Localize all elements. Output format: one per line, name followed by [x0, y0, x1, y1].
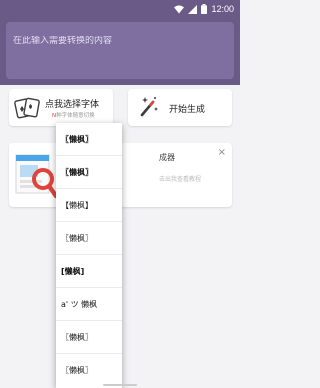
status-icons: 12:00: [174, 3, 234, 15]
header: [0, 18, 240, 85]
start-generate-label: 开始生成: [169, 105, 206, 115]
select-font-subtitle-text: 种字体随意切换: [56, 113, 95, 119]
input-area[interactable]: [6, 22, 234, 79]
status-bar: 12:00: [0, 0, 240, 18]
dropdown-item-label: 〖懒枫〗: [61, 233, 93, 243]
dropdown-item-label: 〖懒枫〗: [61, 332, 93, 342]
tutorial-title: 成器: [159, 153, 175, 162]
tutorial-thumbnail-icon: [15, 154, 59, 199]
dropdown-item[interactable]: 〖懒枫〗: [56, 123, 122, 155]
dropdown-item-label: 〖懒枫〗: [61, 134, 93, 144]
start-generate-button[interactable]: 开始生成: [128, 89, 232, 126]
dropdown-item-label: a' ツ 懒枫: [61, 299, 98, 309]
close-icon[interactable]: ×: [218, 147, 226, 158]
dropdown-item[interactable]: [懒枫]: [56, 255, 122, 287]
signal-icon: [188, 4, 198, 14]
select-font-subtitle: N种字体随意切换: [52, 111, 95, 119]
content-input[interactable]: [13, 36, 227, 46]
home-indicator: [103, 384, 137, 386]
font-style-dropdown: 〖懒枫〗 〖懒枫〗 【懒枫】 〖懒枫〗 [懒枫] a' ツ 懒枫 〖懒枫〗 〖懒…: [56, 123, 122, 388]
wifi-icon: [174, 4, 185, 13]
dropdown-item[interactable]: 〖懒枫〗: [56, 321, 122, 353]
dropdown-item[interactable]: 〖懒枫〗: [56, 156, 122, 188]
playing-cards-icon: [14, 97, 40, 119]
dropdown-item[interactable]: 【懒枫】: [56, 189, 122, 221]
dropdown-item[interactable]: a' ツ 懒枫: [56, 288, 122, 320]
select-font-button[interactable]: 点我选择字体 N种字体随意切换: [9, 89, 113, 126]
dropdown-item-label: [懒枫]: [61, 266, 85, 276]
clock: 12:00: [211, 4, 234, 14]
tutorial-subtitle: 击出我查看教程: [159, 176, 202, 183]
magic-wand-icon: [140, 97, 158, 117]
dropdown-item[interactable]: 〖懒枫〗: [56, 354, 122, 386]
battery-icon: [201, 4, 208, 14]
dropdown-item[interactable]: 〖懒枫〗: [56, 222, 122, 254]
dropdown-item-label: 【懒枫】: [61, 200, 93, 210]
select-font-title: 点我选择字体: [45, 100, 100, 110]
dropdown-item-label: 〖懒枫〗: [61, 167, 93, 177]
dropdown-item-label: 〖懒枫〗: [61, 365, 93, 375]
